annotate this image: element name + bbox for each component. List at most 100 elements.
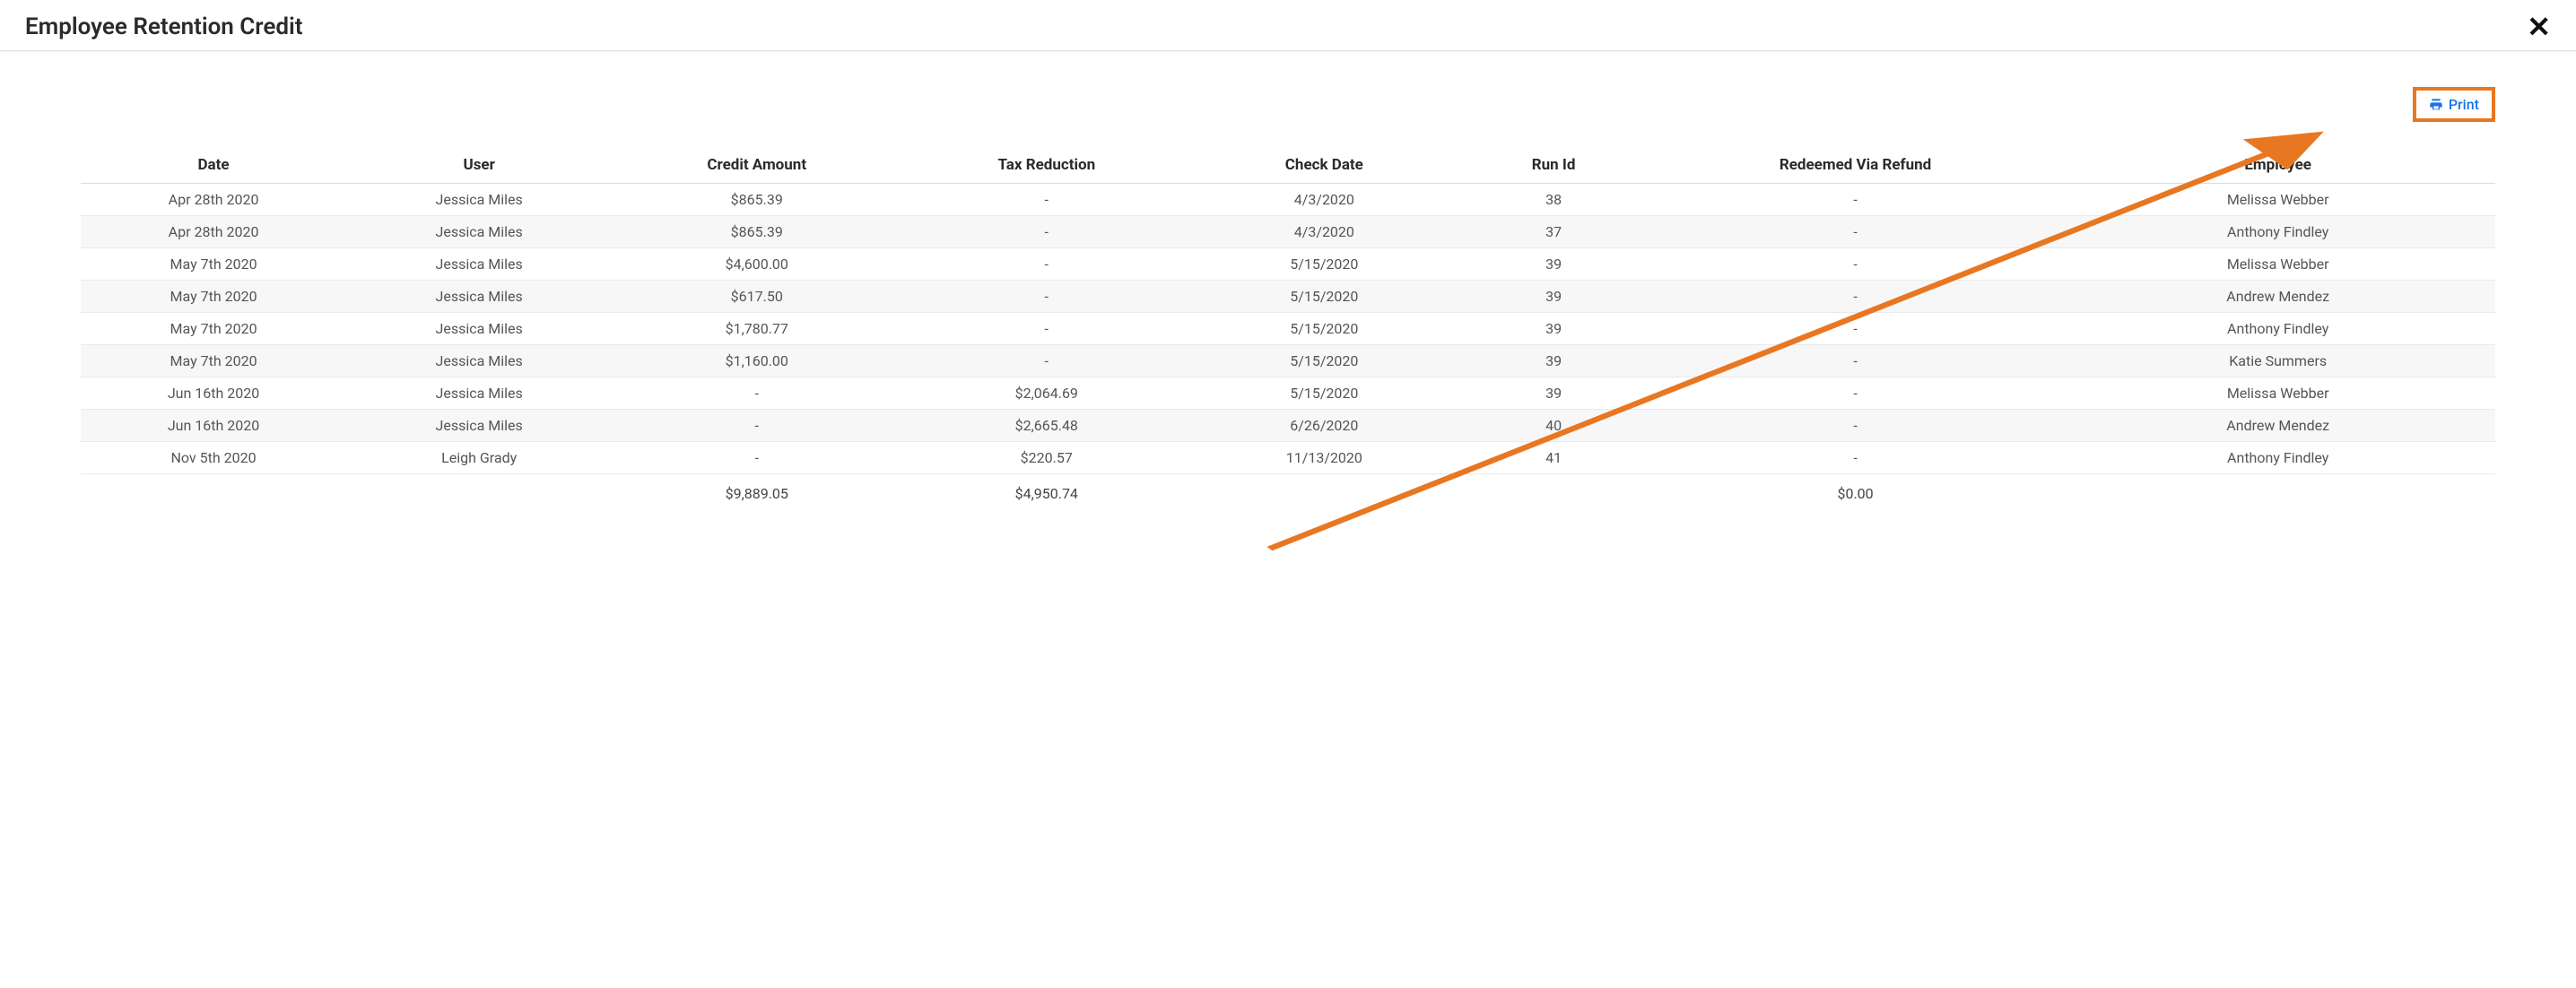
table-head: Date User Credit Amount Tax Reduction Ch… — [81, 147, 2495, 184]
cell-date: May 7th 2020 — [81, 345, 346, 377]
cell-date: Jun 16th 2020 — [81, 410, 346, 442]
erc-table: Date User Credit Amount Tax Reduction Ch… — [81, 147, 2495, 513]
table-footer: $9,889.05 $4,950.74 $0.00 — [81, 474, 2495, 514]
cell-credit: - — [612, 377, 901, 410]
col-run-id[interactable]: Run Id — [1457, 147, 1649, 184]
table-row[interactable]: Nov 5th 2020Leigh Grady-$220.5711/13/202… — [81, 442, 2495, 474]
table-row[interactable]: May 7th 2020Jessica Miles$1,780.77-5/15/… — [81, 313, 2495, 345]
table-row[interactable]: May 7th 2020Jessica Miles$4,600.00-5/15/… — [81, 248, 2495, 281]
col-user[interactable]: User — [346, 147, 612, 184]
cell-tax: $2,665.48 — [901, 410, 1191, 442]
cell-employee: Katie Summers — [2060, 345, 2495, 377]
cell-refund: - — [1650, 410, 2061, 442]
cell-user: Jessica Miles — [346, 281, 612, 313]
cell-credit: $865.39 — [612, 184, 901, 216]
cell-check-date: 4/3/2020 — [1191, 184, 1457, 216]
cell-tax: $2,064.69 — [901, 377, 1191, 410]
cell-credit: - — [612, 442, 901, 474]
cell-refund: - — [1650, 248, 2061, 281]
cell-refund: - — [1650, 377, 2061, 410]
col-employee[interactable]: Employee — [2060, 147, 2495, 184]
table-row[interactable]: Apr 28th 2020Jessica Miles$865.39-4/3/20… — [81, 216, 2495, 248]
cell-user: Jessica Miles — [346, 345, 612, 377]
table-row[interactable]: Jun 16th 2020Jessica Miles-$2,665.486/26… — [81, 410, 2495, 442]
total-refund: $0.00 — [1650, 474, 2061, 514]
total-credit: $9,889.05 — [612, 474, 901, 514]
page-title: Employee Retention Credit — [25, 13, 303, 40]
cell-credit: $1,780.77 — [612, 313, 901, 345]
modal-header: Employee Retention Credit ✕ — [0, 0, 2576, 51]
cell-date: Apr 28th 2020 — [81, 184, 346, 216]
cell-check-date: 5/15/2020 — [1191, 248, 1457, 281]
cell-run-id: 41 — [1457, 442, 1649, 474]
print-row: Print — [81, 87, 2495, 122]
table-body: Apr 28th 2020Jessica Miles$865.39-4/3/20… — [81, 184, 2495, 474]
table-row[interactable]: Apr 28th 2020Jessica Miles$865.39-4/3/20… — [81, 184, 2495, 216]
cell-run-id: 40 — [1457, 410, 1649, 442]
cell-user: Jessica Miles — [346, 313, 612, 345]
cell-run-id: 38 — [1457, 184, 1649, 216]
cell-user: Leigh Grady — [346, 442, 612, 474]
cell-run-id: 39 — [1457, 313, 1649, 345]
col-tax[interactable]: Tax Reduction — [901, 147, 1191, 184]
cell-refund: - — [1650, 442, 2061, 474]
cell-tax: - — [901, 184, 1191, 216]
print-label: Print — [2449, 96, 2479, 113]
cell-employee: Melissa Webber — [2060, 184, 2495, 216]
cell-credit: $617.50 — [612, 281, 901, 313]
cell-tax: - — [901, 248, 1191, 281]
cell-run-id: 39 — [1457, 281, 1649, 313]
cell-employee: Andrew Mendez — [2060, 281, 2495, 313]
cell-tax: - — [901, 216, 1191, 248]
cell-refund: - — [1650, 313, 2061, 345]
content-area: Print Date User Credit Amount Tax Reduct… — [0, 51, 2576, 549]
print-icon — [2429, 98, 2443, 112]
cell-tax: - — [901, 345, 1191, 377]
table-row[interactable]: Jun 16th 2020Jessica Miles-$2,064.695/15… — [81, 377, 2495, 410]
cell-check-date: 4/3/2020 — [1191, 216, 1457, 248]
cell-check-date: 5/15/2020 — [1191, 377, 1457, 410]
cell-check-date: 6/26/2020 — [1191, 410, 1457, 442]
cell-run-id: 39 — [1457, 377, 1649, 410]
cell-credit: $1,160.00 — [612, 345, 901, 377]
cell-employee: Anthony Findley — [2060, 313, 2495, 345]
cell-user: Jessica Miles — [346, 377, 612, 410]
cell-refund: - — [1650, 216, 2061, 248]
cell-date: Nov 5th 2020 — [81, 442, 346, 474]
cell-date: May 7th 2020 — [81, 281, 346, 313]
cell-employee: Anthony Findley — [2060, 216, 2495, 248]
cell-tax: - — [901, 313, 1191, 345]
table-row[interactable]: May 7th 2020Jessica Miles$1,160.00-5/15/… — [81, 345, 2495, 377]
cell-employee: Melissa Webber — [2060, 248, 2495, 281]
cell-employee: Andrew Mendez — [2060, 410, 2495, 442]
cell-date: Jun 16th 2020 — [81, 377, 346, 410]
cell-credit: - — [612, 410, 901, 442]
cell-tax: $220.57 — [901, 442, 1191, 474]
cell-check-date: 5/15/2020 — [1191, 313, 1457, 345]
cell-credit: $865.39 — [612, 216, 901, 248]
cell-user: Jessica Miles — [346, 248, 612, 281]
cell-employee: Anthony Findley — [2060, 442, 2495, 474]
cell-check-date: 5/15/2020 — [1191, 281, 1457, 313]
cell-date: May 7th 2020 — [81, 313, 346, 345]
cell-employee: Melissa Webber — [2060, 377, 2495, 410]
table-row[interactable]: May 7th 2020Jessica Miles$617.50 - 5/15/20… — [81, 281, 2495, 313]
cell-refund: - — [1650, 281, 2061, 313]
cell-user: Jessica Miles — [346, 184, 612, 216]
cell-check-date: 11/13/2020 — [1191, 442, 1457, 474]
cell-run-id: 37 — [1457, 216, 1649, 248]
cell-refund: - — [1650, 345, 2061, 377]
total-tax: $4,950.74 — [901, 474, 1191, 514]
cell-user: Jessica Miles — [346, 410, 612, 442]
col-refund[interactable]: Redeemed Via Refund — [1650, 147, 2061, 184]
col-check-date[interactable]: Check Date — [1191, 147, 1457, 184]
col-credit[interactable]: Credit Amount — [612, 147, 901, 184]
cell-run-id: 39 — [1457, 345, 1649, 377]
cell-credit: $4,600.00 — [612, 248, 901, 281]
print-button[interactable]: Print — [2413, 87, 2495, 122]
col-date[interactable]: Date — [81, 147, 346, 184]
close-icon[interactable]: ✕ — [2527, 13, 2551, 41]
cell-user: Jessica Miles — [346, 216, 612, 248]
cell-check-date: 5/15/2020 — [1191, 345, 1457, 377]
cell-refund: - — [1650, 184, 2061, 216]
